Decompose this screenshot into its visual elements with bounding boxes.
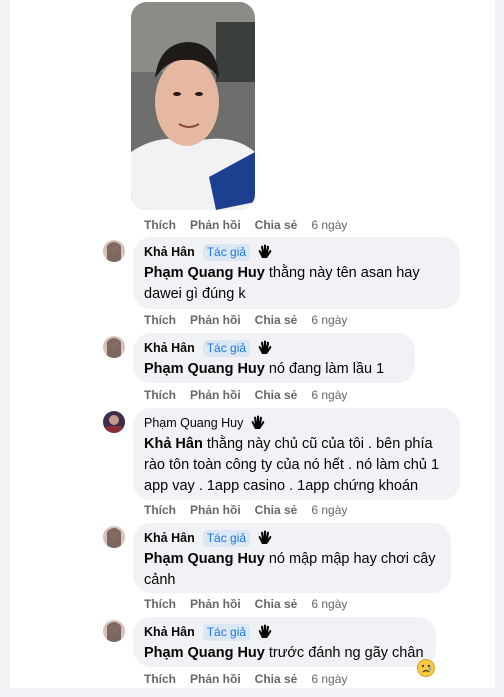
wave-hand-icon — [258, 530, 272, 544]
avatar[interactable] — [103, 526, 125, 548]
sad-face-emoji-icon[interactable] — [417, 659, 435, 677]
reply-button[interactable]: Phản hồi — [190, 672, 241, 686]
comment-actions: Thích Phản hồi Chia sẻ 6 ngày — [144, 311, 361, 329]
comment-bubble: Khả Hân Tác giả Phạm Quang Huy nó mập mập… — [133, 523, 451, 593]
like-button[interactable]: Thích — [144, 503, 176, 517]
comment-time[interactable]: 6 ngày — [311, 503, 347, 517]
mention[interactable]: Phạm Quang Huy — [144, 361, 265, 377]
comment-actions: Thích Phản hồi Chia sẻ 6 ngày — [144, 216, 361, 234]
wave-hand-icon — [258, 340, 272, 354]
wave-hand-icon — [258, 624, 272, 638]
like-button[interactable]: Thích — [144, 672, 176, 686]
comment-actions: Thích Phản hồi Chia sẻ 6 ngày — [144, 595, 361, 613]
comment-time[interactable]: 6 ngày — [311, 388, 347, 402]
comment-actions: Thích Phản hồi Chia sẻ 6 ngày — [144, 501, 361, 519]
wave-hand-icon — [252, 415, 265, 429]
author-badge: Tác giả — [202, 339, 251, 357]
share-button[interactable]: Chia sẻ — [255, 218, 298, 232]
comment-time[interactable]: 6 ngày — [311, 672, 347, 686]
mention[interactable]: Khả Hân — [144, 436, 203, 452]
comment-photo[interactable] — [131, 2, 255, 210]
comment-bubble: Khả Hân Tác giả Phạm Quang Huy thằng này … — [133, 237, 460, 309]
avatar[interactable] — [103, 336, 125, 358]
comment-author[interactable]: Khả Hân — [144, 245, 195, 259]
like-button[interactable]: Thích — [144, 218, 176, 232]
comment-bubble: Phạm Quang Huy Khả Hân thằng này chủ cũ c… — [133, 408, 460, 500]
comment-author[interactable]: Khả Hân — [144, 531, 195, 545]
comment-author[interactable]: Phạm Quang Huy — [144, 416, 243, 430]
reply-button[interactable]: Phản hồi — [190, 503, 241, 517]
comment-actions: Thích Phản hồi Chia sẻ 6 ngày — [144, 386, 361, 404]
like-button[interactable]: Thích — [144, 597, 176, 611]
reply-button[interactable]: Phản hồi — [190, 388, 241, 402]
share-button[interactable]: Chia sẻ — [255, 313, 298, 327]
reply-button[interactable]: Phản hồi — [190, 313, 241, 327]
share-button[interactable]: Chia sẻ — [255, 388, 298, 402]
mention[interactable]: Phạm Quang Huy — [144, 645, 265, 661]
comment-author[interactable]: Khả Hân — [144, 341, 195, 355]
comment-time[interactable]: 6 ngày — [311, 597, 347, 611]
mention[interactable]: Phạm Quang Huy — [144, 551, 265, 567]
bottom-divider — [0, 688, 504, 697]
author-badge: Tác giả — [202, 529, 251, 547]
comment-text: trước đánh ng gãy chân — [268, 645, 424, 661]
avatar[interactable] — [103, 411, 125, 433]
comment-time[interactable]: 6 ngày — [311, 218, 347, 232]
avatar[interactable] — [103, 240, 125, 262]
share-button[interactable]: Chia sẻ — [255, 597, 298, 611]
comment-actions: Thích Phản hồi Chia sẻ 6 ngày — [144, 670, 361, 688]
wave-hand-icon — [258, 244, 272, 258]
comment-author[interactable]: Khả Hân — [144, 625, 195, 639]
share-button[interactable]: Chia sẻ — [255, 672, 298, 686]
reply-button[interactable]: Phản hồi — [190, 597, 241, 611]
comment-bubble: Khả Hân Tác giả Phạm Quang Huy trước đánh… — [133, 617, 436, 667]
author-badge: Tác giả — [202, 243, 251, 261]
comment-time[interactable]: 6 ngày — [311, 313, 347, 327]
reply-button[interactable]: Phản hồi — [190, 218, 241, 232]
like-button[interactable]: Thích — [144, 313, 176, 327]
share-button[interactable]: Chia sẻ — [255, 503, 298, 517]
mention[interactable]: Phạm Quang Huy — [144, 265, 265, 281]
author-badge: Tác giả — [202, 623, 251, 641]
like-button[interactable]: Thích — [144, 388, 176, 402]
comment-bubble: Khả Hân Tác giả Phạm Quang Huy nó đang là… — [133, 333, 415, 383]
avatar[interactable] — [103, 620, 125, 642]
comment-text: nó đang làm lầu 1 — [268, 361, 385, 377]
